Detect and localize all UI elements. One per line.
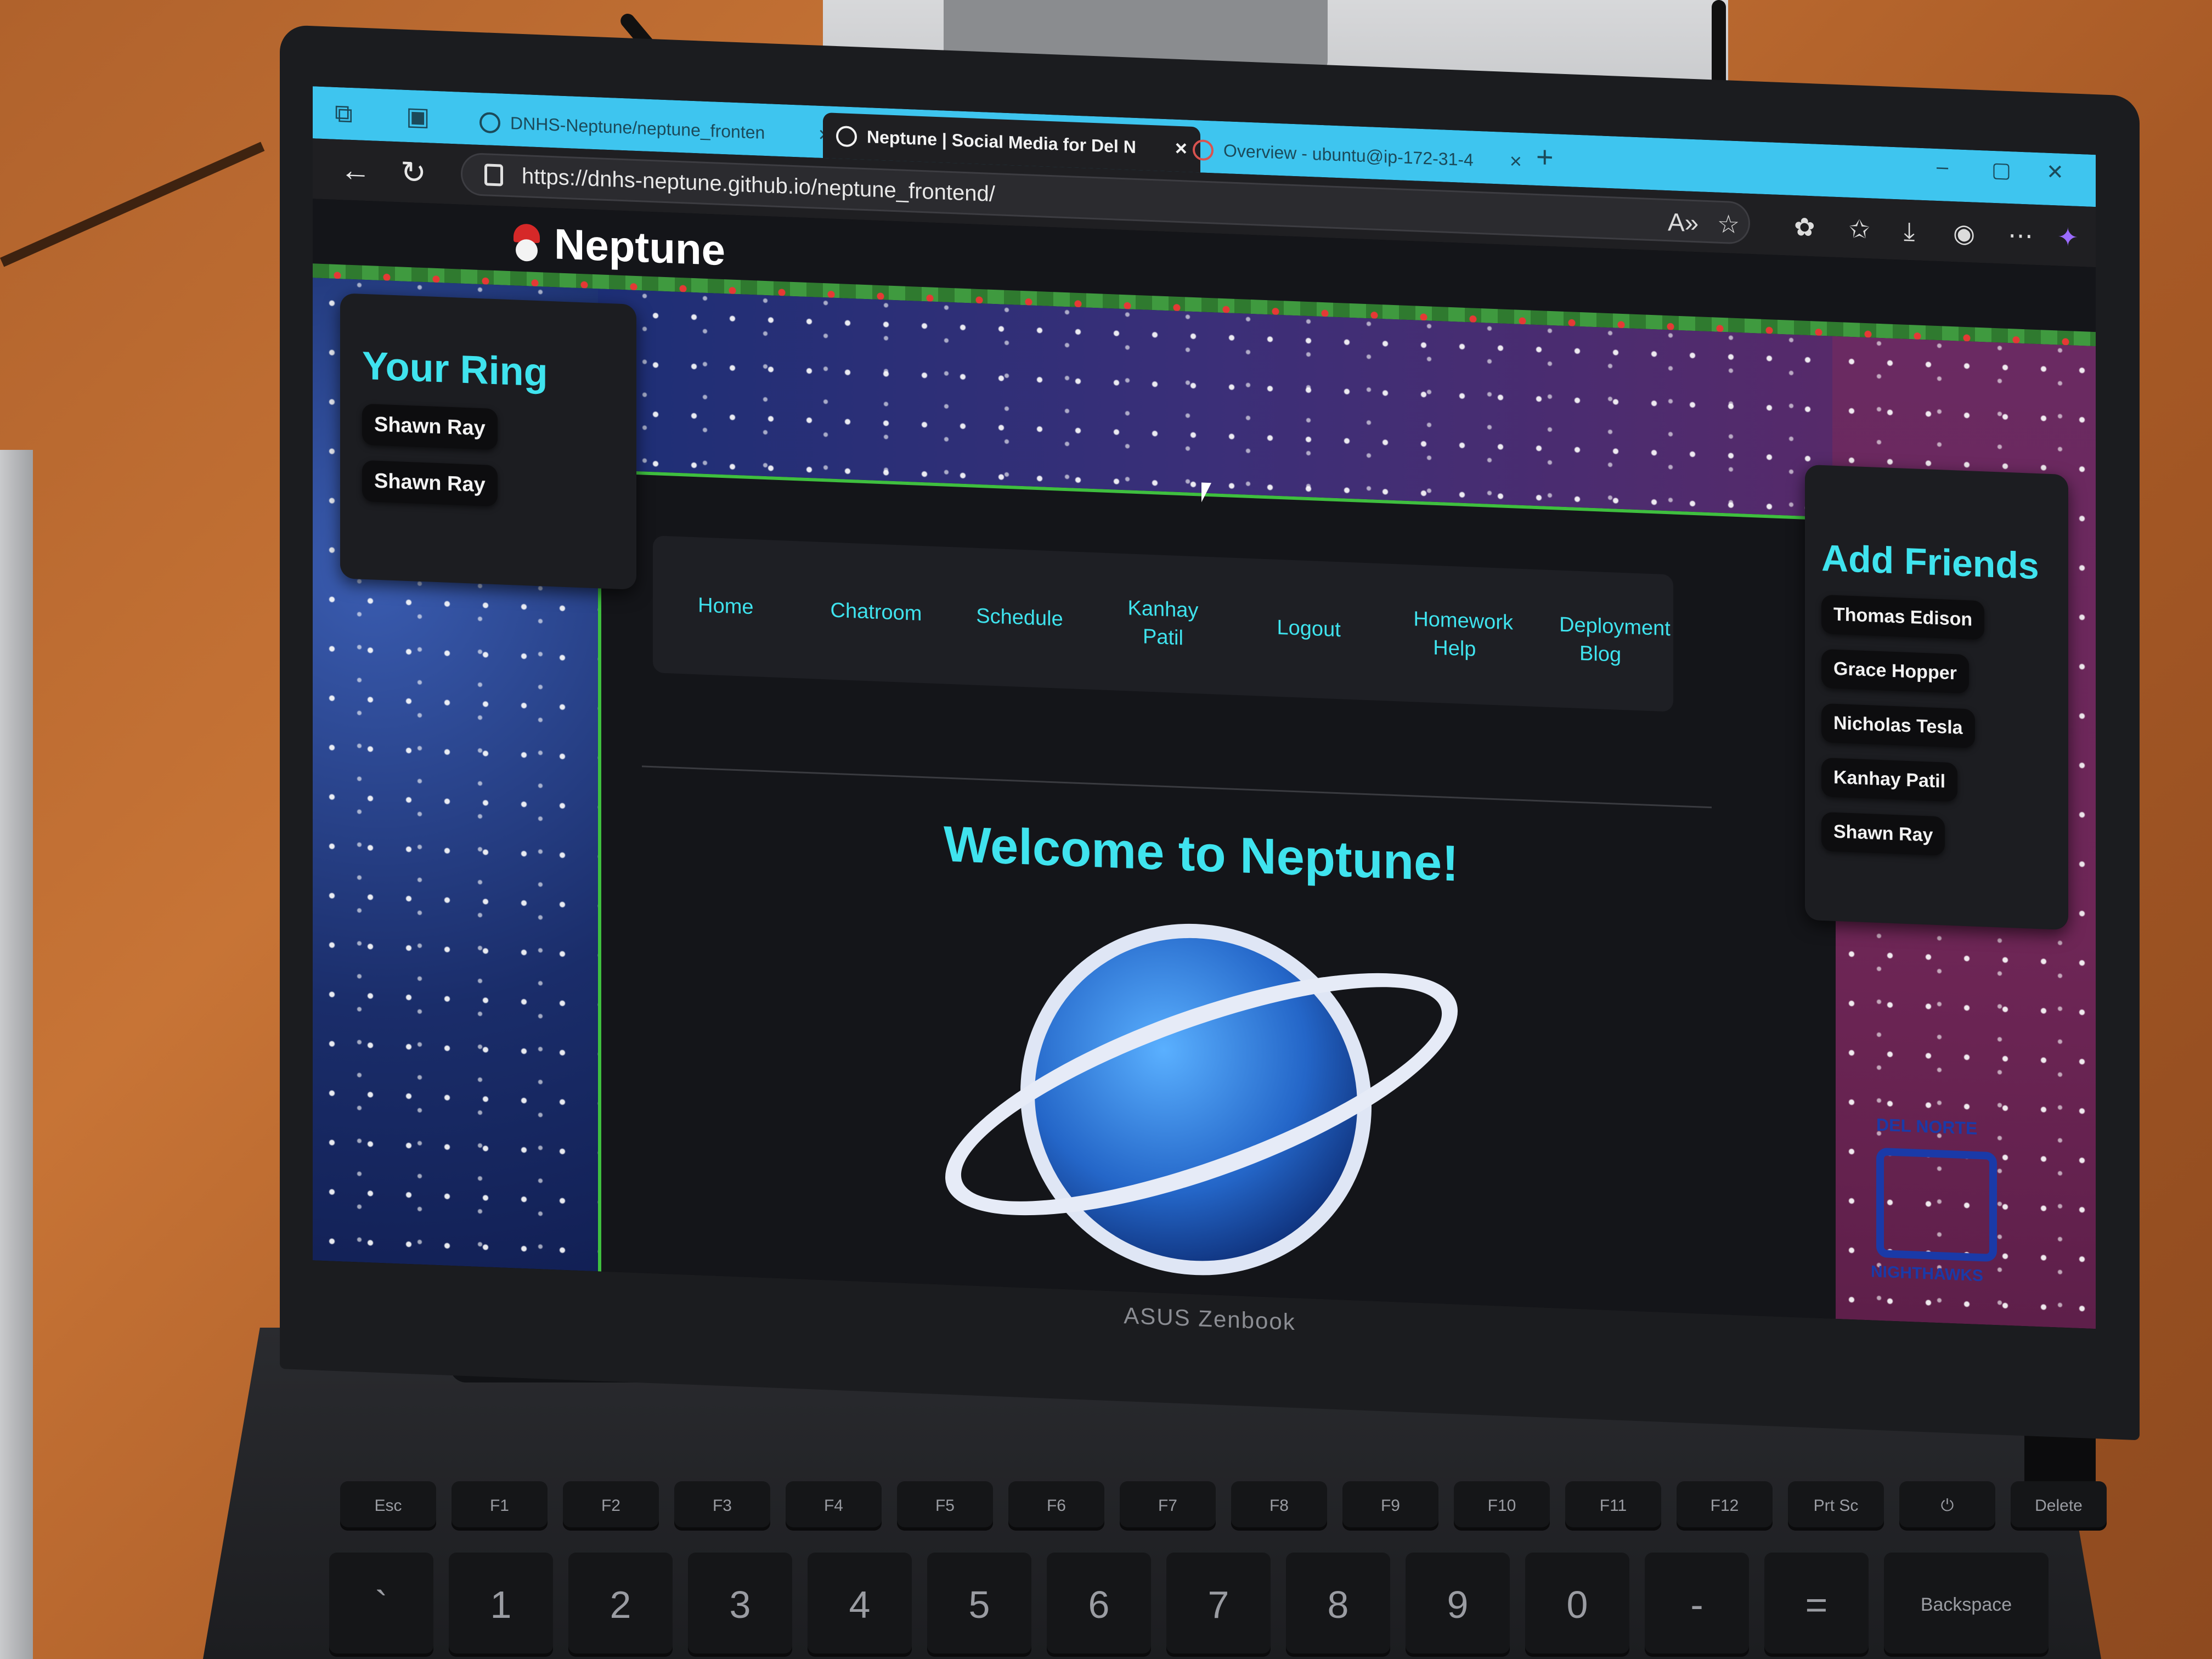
profile-avatar-icon[interactable]: ◉ <box>1953 218 1975 249</box>
mouse-cursor-icon <box>1201 482 1211 503</box>
more-menu-icon[interactable]: ⋯ <box>2008 220 2033 251</box>
key-delete[interactable]: Delete <box>2011 1481 2107 1531</box>
key-7[interactable]: 7 <box>1166 1553 1271 1657</box>
new-tab-button[interactable]: + <box>1536 140 1554 174</box>
key-equals[interactable]: = <box>1764 1553 1869 1657</box>
friend-suggestion[interactable]: Shawn Ray <box>1821 811 1945 856</box>
aws-icon <box>1193 139 1214 161</box>
lock-icon <box>484 163 503 187</box>
laptop-lid: ASUS Zenbook ⧉ ▣ DNHS-Neptune/neptune_fr… <box>280 25 2140 1441</box>
adjacent-laptop <box>0 450 33 1659</box>
key-f10[interactable]: F10 <box>1454 1481 1550 1531</box>
key-minus[interactable]: - <box>1645 1553 1749 1657</box>
nav-logout[interactable]: Logout <box>1268 614 1350 645</box>
favorite-star-icon[interactable]: ☆ <box>1717 209 1740 240</box>
nav-home[interactable]: Home <box>685 591 767 623</box>
key-2[interactable]: 2 <box>568 1553 673 1657</box>
friend-suggestion[interactable]: Kanhay Patil <box>1821 757 1958 802</box>
vertical-tabs-icon[interactable]: ▣ <box>406 101 430 132</box>
ring-member[interactable]: Shawn Ray <box>362 403 498 450</box>
friend-suggestion[interactable]: Nicholas Tesla <box>1821 703 1975 748</box>
refresh-icon[interactable]: ↻ <box>400 154 426 191</box>
desk-seam <box>0 142 265 267</box>
nav-homework-help[interactable]: Homework Help <box>1413 605 1513 664</box>
nav-deployment-blog[interactable]: Deployment Blog <box>1559 611 1671 670</box>
key-f2[interactable]: F2 <box>563 1481 659 1531</box>
key-f4[interactable]: F4 <box>786 1481 882 1531</box>
key-5[interactable]: 5 <box>927 1553 1031 1657</box>
your-ring-title: Your Ring <box>362 343 548 395</box>
key-f8[interactable]: F8 <box>1231 1481 1327 1531</box>
neptune-planet-image <box>916 891 1487 1307</box>
function-key-row: Esc F1 F2 F3 F4 F5 F6 F7 F8 F9 F10 F11 F… <box>340 1481 2107 1531</box>
logo-text: Neptune <box>554 219 725 275</box>
nav-chatroom[interactable]: Chatroom <box>831 597 922 628</box>
santa-icon <box>510 223 543 263</box>
key-8[interactable]: 8 <box>1286 1553 1390 1657</box>
tab-label: Overview - ubuntu@ip-172-31-4 <box>1223 140 1474 170</box>
screen: ⧉ ▣ DNHS-Neptune/neptune_fronten × Neptu… <box>313 86 2096 1329</box>
logo-text-top: DEL NORTE <box>1876 1114 1978 1138</box>
key-f11[interactable]: F11 <box>1565 1481 1661 1531</box>
key-f12[interactable]: F12 <box>1677 1481 1773 1531</box>
workspaces-icon[interactable]: ⧉ <box>335 98 353 129</box>
key-f7[interactable]: F7 <box>1120 1481 1216 1531</box>
key-6[interactable]: 6 <box>1047 1553 1151 1657</box>
close-window-button[interactable]: ✕ <box>2046 160 2064 185</box>
github-icon <box>479 111 500 133</box>
key-f6[interactable]: F6 <box>1008 1481 1104 1531</box>
key-power[interactable]: ⏻ <box>1899 1481 1995 1531</box>
key-esc[interactable]: Esc <box>340 1481 436 1531</box>
web-page: Neptune Your Ring Shawn Ray Shawn Ray Ho… <box>313 199 2096 1329</box>
key-f9[interactable]: F9 <box>1342 1481 1438 1531</box>
nav-profile[interactable]: Kanhay Patil <box>1122 594 1204 653</box>
minimize-button[interactable]: – <box>1937 155 1948 179</box>
logo-text-bottom: NIGHTHAWKS <box>1871 1262 1983 1285</box>
your-ring-panel: Your Ring Shawn Ray Shawn Ray <box>340 293 636 590</box>
key-backspace[interactable]: Backspace <box>1884 1553 2049 1657</box>
favorites-icon[interactable]: ✩ <box>1849 214 1870 244</box>
del-norte-nighthawks-logo: DEL NORTE NIGHTHAWKS <box>1854 1114 2019 1296</box>
key-prtsc[interactable]: Prt Sc <box>1788 1481 1884 1531</box>
key-0[interactable]: 0 <box>1525 1553 1629 1657</box>
downloads-icon[interactable]: ⤓ <box>1904 216 1915 247</box>
ring-member[interactable]: Shawn Ray <box>362 460 498 507</box>
number-key-row: ` 1 2 3 4 5 6 7 8 9 0 - = Backspace <box>329 1553 2049 1657</box>
add-friends-panel: Add Friends Thomas Edison Grace Hopper N… <box>1805 464 2068 930</box>
read-aloud-icon[interactable]: A» <box>1668 207 1699 238</box>
maximize-button[interactable]: ▢ <box>1991 157 2011 183</box>
site-logo[interactable]: Neptune <box>510 217 725 275</box>
friend-suggestion[interactable]: Grace Hopper <box>1821 648 1969 694</box>
extensions-icon[interactable]: ✿ <box>1794 212 1815 242</box>
key-backtick[interactable]: ` <box>329 1553 433 1657</box>
friend-suggestion[interactable]: Thomas Edison <box>1821 594 1985 640</box>
back-arrow-icon[interactable]: ← <box>340 151 371 188</box>
key-3[interactable]: 3 <box>688 1553 792 1657</box>
key-f1[interactable]: F1 <box>452 1481 548 1531</box>
copilot-icon[interactable]: ✦ <box>2057 222 2079 252</box>
key-f3[interactable]: F3 <box>674 1481 770 1531</box>
url-text: https://dnhs-neptune.github.io/neptune_f… <box>522 163 995 206</box>
tab-label: Neptune | Social Media for Del N <box>867 127 1136 157</box>
close-icon[interactable]: × <box>1510 150 1522 174</box>
key-9[interactable]: 9 <box>1406 1553 1510 1657</box>
key-1[interactable]: 1 <box>449 1553 553 1657</box>
add-friends-title: Add Friends <box>1821 537 2039 588</box>
nav-schedule[interactable]: Schedule <box>976 602 1063 634</box>
globe-icon <box>836 125 857 147</box>
tab-label: DNHS-Neptune/neptune_fronten <box>510 113 765 143</box>
key-f5[interactable]: F5 <box>897 1481 993 1531</box>
key-4[interactable]: 4 <box>808 1553 912 1657</box>
